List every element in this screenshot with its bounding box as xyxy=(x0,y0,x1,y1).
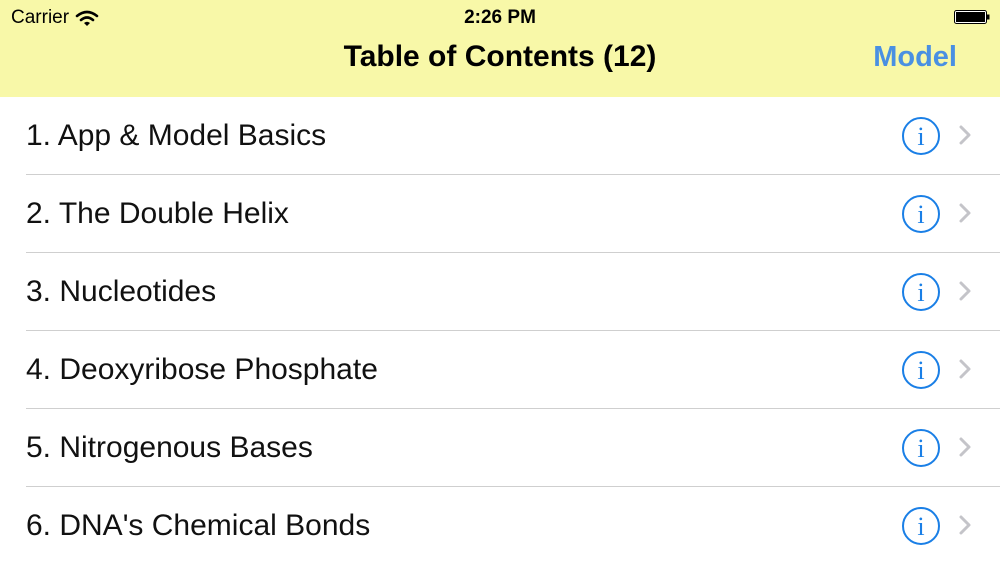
list-item-label: 1. App & Model Basics xyxy=(26,119,327,152)
info-circle-icon[interactable]: i xyxy=(901,350,941,390)
list-item[interactable]: 3. Nucleotides i xyxy=(26,253,1000,331)
model-button[interactable]: Model xyxy=(873,41,957,74)
chevron-right-icon xyxy=(959,203,971,223)
status-bar: Carrier 2:26 PM xyxy=(0,0,1000,36)
info-circle-icon[interactable]: i xyxy=(901,272,941,312)
navigation-bar: Carrier 2:26 PM Table of Contents (12) M… xyxy=(0,0,1000,97)
list-item-label: 4. Deoxyribose Phosphate xyxy=(26,353,378,386)
svg-text:i: i xyxy=(917,356,924,385)
list-item-label: 2. The Double Helix xyxy=(26,197,289,230)
svg-text:i: i xyxy=(917,200,924,229)
chevron-right-icon xyxy=(959,515,971,535)
list-item[interactable]: 2. The Double Helix i xyxy=(26,175,1000,253)
list-item[interactable]: 6. DNA's Chemical Bonds i xyxy=(26,487,1000,563)
info-circle-icon[interactable]: i xyxy=(901,428,941,468)
info-circle-icon[interactable]: i xyxy=(901,194,941,234)
list-item[interactable]: 4. Deoxyribose Phosphate i xyxy=(26,331,1000,409)
list-item[interactable]: 5. Nitrogenous Bases i xyxy=(26,409,1000,487)
chevron-right-icon xyxy=(959,125,971,145)
list-item-label: 6. DNA's Chemical Bonds xyxy=(26,509,371,542)
page-title: Table of Contents (12) xyxy=(343,40,657,73)
list-item[interactable]: 1. App & Model Basics i xyxy=(26,97,1000,175)
svg-text:i: i xyxy=(917,122,924,151)
svg-text:i: i xyxy=(917,434,924,463)
battery-icon xyxy=(954,10,990,24)
chevron-right-icon xyxy=(959,359,971,379)
svg-text:i: i xyxy=(917,278,924,307)
info-circle-icon[interactable]: i xyxy=(901,506,941,546)
list-item-label: 5. Nitrogenous Bases xyxy=(26,431,313,464)
contents-list: 1. App & Model Basics i 2. The Double He… xyxy=(0,97,1000,563)
screen: Carrier 2:26 PM Table of Contents (12) M… xyxy=(0,0,1000,563)
svg-text:i: i xyxy=(917,512,924,541)
info-circle-icon[interactable]: i xyxy=(901,116,941,156)
list-item-label: 3. Nucleotides xyxy=(26,275,217,308)
chevron-right-icon xyxy=(959,437,971,457)
chevron-right-icon xyxy=(959,281,971,301)
status-time: 2:26 PM xyxy=(464,7,536,28)
